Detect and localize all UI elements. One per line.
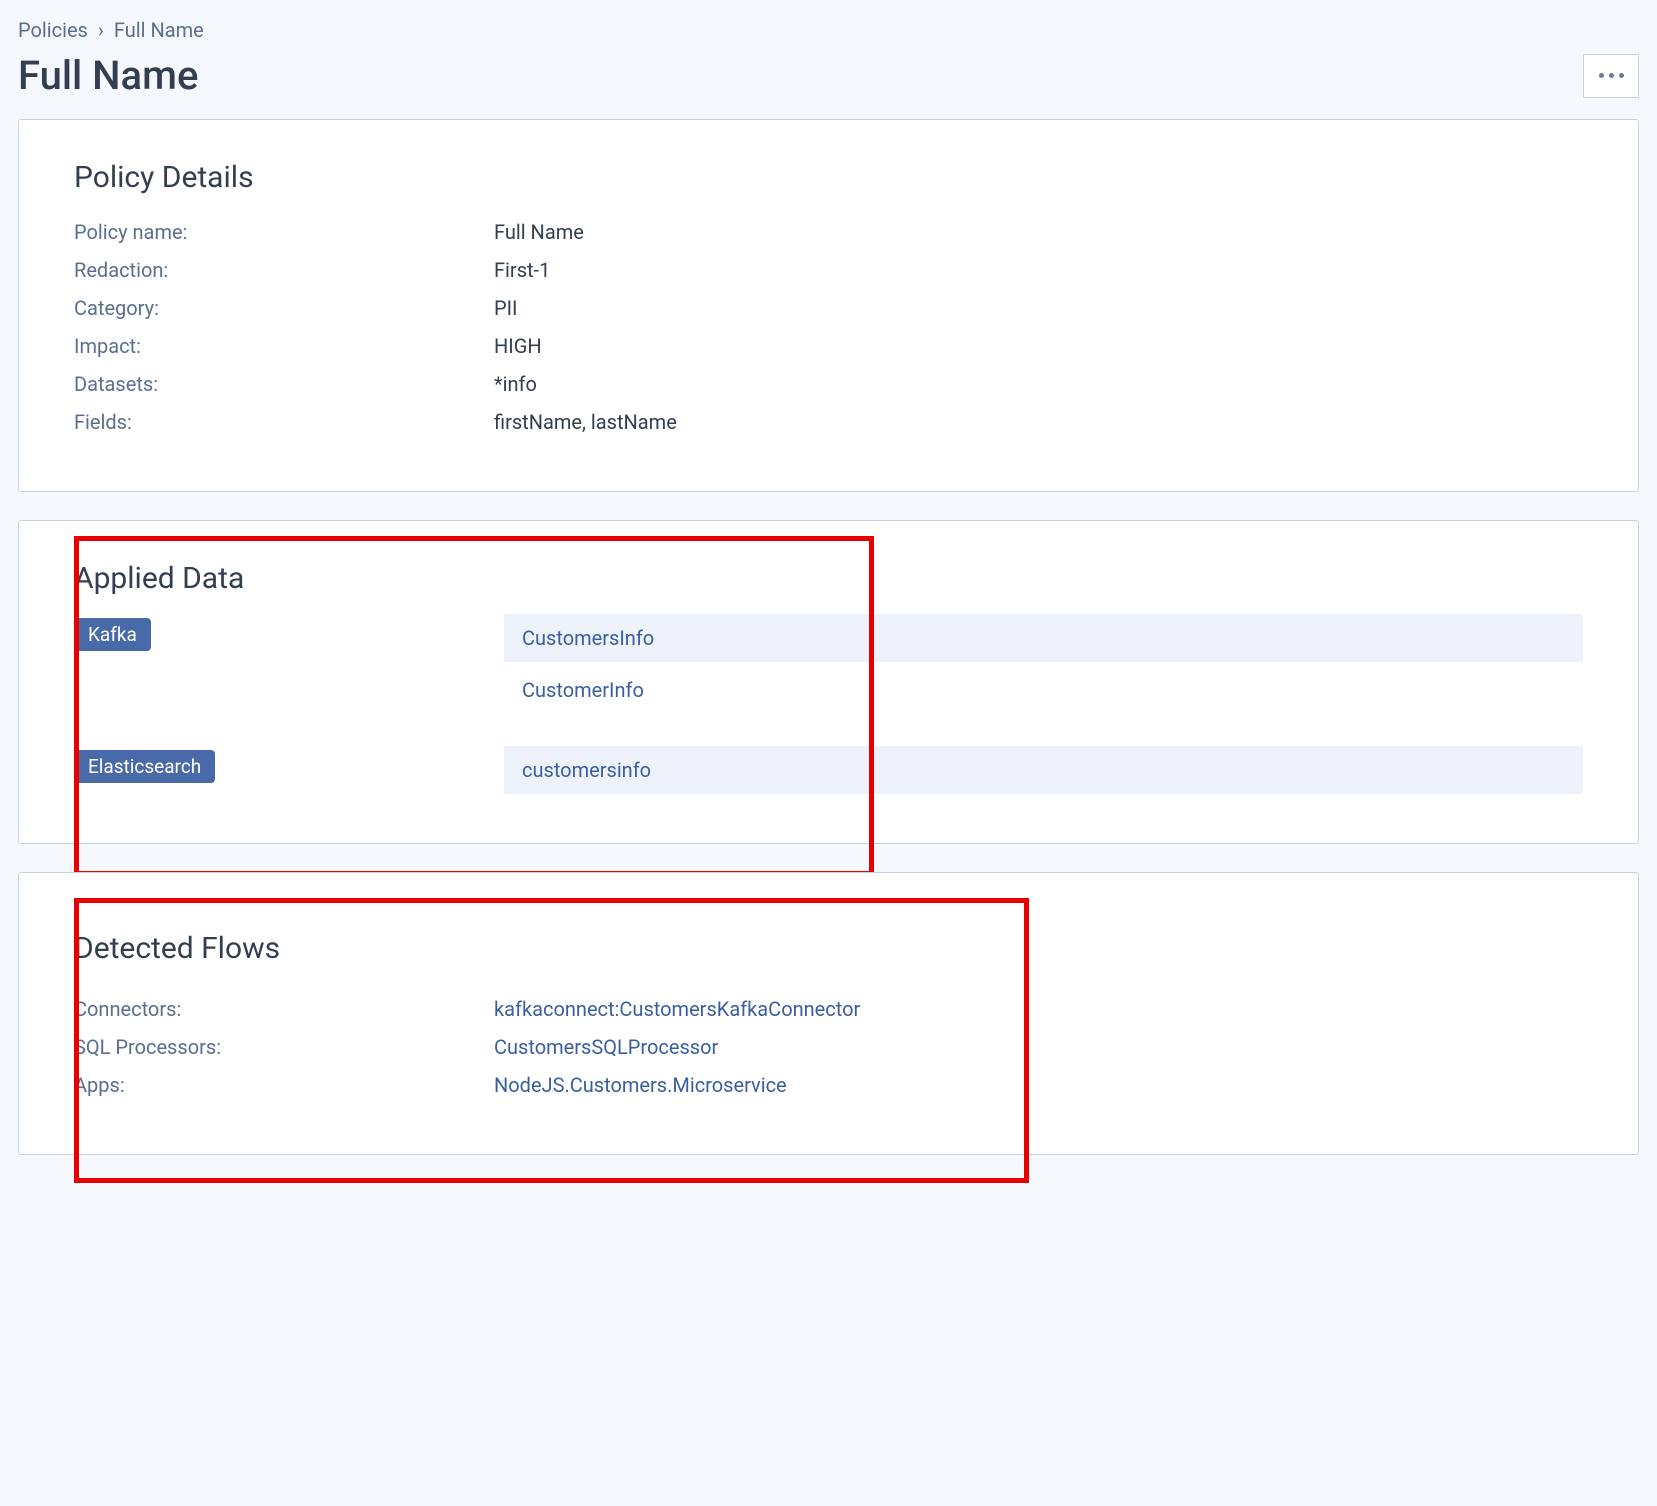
label-category: Category:	[74, 289, 494, 327]
label-datasets: Datasets:	[74, 365, 494, 403]
row-connectors: Connectors: kafkaconnect:CustomersKafkaC…	[74, 990, 1583, 1028]
dataset-link[interactable]: CustomersInfo	[504, 614, 1583, 662]
more-actions-button[interactable]	[1583, 54, 1639, 98]
breadcrumb: Policies › Full Name	[18, 18, 1639, 42]
label-impact: Impact:	[74, 327, 494, 365]
dataset-link[interactable]: customersinfo	[504, 746, 1583, 794]
link-connectors[interactable]: kafkaconnect:CustomersKafkaConnector	[494, 990, 860, 1028]
row-category: Category: PII	[74, 289, 1583, 327]
label-connectors: Connectors:	[74, 990, 494, 1028]
label-fields: Fields:	[74, 403, 494, 441]
value-fields: firstName, lastName	[494, 403, 677, 441]
row-impact: Impact: HIGH	[74, 327, 1583, 365]
label-policy-name: Policy name:	[74, 213, 494, 251]
link-apps[interactable]: NodeJS.Customers.Microservice	[494, 1066, 787, 1104]
row-sql-processors: SQL Processors: CustomersSQLProcessor	[74, 1028, 1583, 1066]
value-datasets: *info	[494, 365, 537, 403]
applied-group-elasticsearch: Elasticsearch customersinfo	[74, 746, 1583, 798]
ellipsis-icon	[1599, 73, 1604, 78]
row-apps: Apps: NodeJS.Customers.Microservice	[74, 1066, 1583, 1104]
page-title: Full Name	[18, 52, 198, 99]
applied-data-card: Applied Data Kafka CustomersInfo Custome…	[18, 520, 1639, 844]
row-policy-name: Policy name: Full Name	[74, 213, 1583, 251]
policy-details-heading: Policy Details	[74, 160, 1583, 195]
detected-flows-card: Detected Flows Connectors: kafkaconnect:…	[18, 872, 1639, 1155]
label-sql-processors: SQL Processors:	[74, 1028, 494, 1066]
row-fields: Fields: firstName, lastName	[74, 403, 1583, 441]
applied-data-heading: Applied Data	[74, 561, 1583, 596]
chevron-right-icon: ›	[98, 18, 104, 42]
dataset-link[interactable]: CustomerInfo	[504, 666, 1583, 714]
label-apps: Apps:	[74, 1066, 494, 1104]
detected-flows-heading: Detected Flows	[74, 931, 1583, 966]
value-redaction: First-1	[494, 251, 550, 289]
policy-details-card: Policy Details Policy name: Full Name Re…	[18, 119, 1639, 492]
breadcrumb-current: Full Name	[114, 18, 204, 42]
row-datasets: Datasets: *info	[74, 365, 1583, 403]
row-redaction: Redaction: First-1	[74, 251, 1583, 289]
breadcrumb-root-link[interactable]: Policies	[18, 18, 88, 42]
value-policy-name: Full Name	[494, 213, 584, 251]
applied-group-kafka: Kafka CustomersInfo CustomerInfo	[74, 614, 1583, 718]
value-impact: HIGH	[494, 327, 542, 365]
tag-elasticsearch[interactable]: Elasticsearch	[74, 750, 215, 783]
label-redaction: Redaction:	[74, 251, 494, 289]
tag-kafka[interactable]: Kafka	[74, 618, 151, 651]
link-sql-processors[interactable]: CustomersSQLProcessor	[494, 1028, 718, 1066]
value-category: PII	[494, 289, 518, 327]
